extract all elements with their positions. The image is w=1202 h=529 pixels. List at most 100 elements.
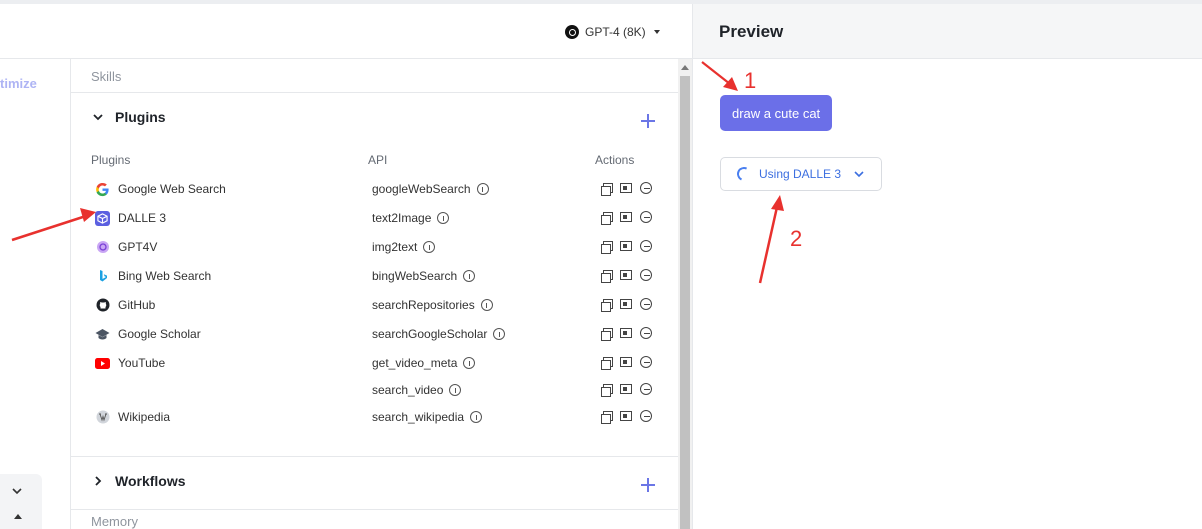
- remove-icon[interactable]: [640, 240, 652, 252]
- copy-icon[interactable]: [601, 327, 613, 341]
- remove-icon[interactable]: [640, 182, 652, 194]
- api-name: googleWebSearch: [372, 182, 471, 196]
- column-header-plugins: Plugins: [91, 153, 131, 167]
- api-cell: bingWebSearch: [372, 268, 476, 284]
- table-row: GPT4V img2text: [71, 239, 678, 268]
- add-plugin-button[interactable]: [639, 112, 657, 130]
- actions-cell: [601, 327, 652, 341]
- actions-cell: [601, 240, 652, 254]
- scrollbar-thumb[interactable]: [680, 76, 690, 529]
- google-icon: [95, 182, 110, 197]
- actions-cell: [601, 383, 652, 397]
- plugin-name: Google Scholar: [118, 327, 201, 341]
- github-icon: [95, 298, 110, 313]
- api-cell: googleWebSearch: [372, 181, 489, 197]
- actions-cell: [601, 356, 652, 370]
- copy-icon[interactable]: [601, 211, 613, 225]
- column-header-api: API: [368, 153, 388, 167]
- api-name: text2Image: [372, 211, 432, 225]
- card-icon[interactable]: [620, 299, 632, 309]
- annotation-number-2: 2: [790, 226, 803, 251]
- card-icon[interactable]: [620, 411, 632, 421]
- card-icon[interactable]: [620, 357, 632, 367]
- scroll-up-arrow-icon[interactable]: [14, 514, 22, 519]
- info-icon[interactable]: [463, 357, 476, 369]
- divider: [71, 456, 678, 457]
- remove-icon[interactable]: [640, 298, 652, 310]
- info-icon[interactable]: [463, 270, 476, 282]
- actions-cell: [601, 182, 652, 196]
- copy-icon[interactable]: [601, 240, 613, 254]
- remove-icon[interactable]: [640, 383, 652, 395]
- card-icon[interactable]: [620, 328, 632, 338]
- api-cell: text2Image: [372, 210, 450, 226]
- workflows-section-toggle[interactable]: Workflows: [91, 473, 186, 489]
- info-icon[interactable]: [493, 328, 506, 340]
- copy-icon[interactable]: [601, 269, 613, 283]
- column-header-actions: Actions: [595, 153, 635, 167]
- info-icon[interactable]: [476, 183, 489, 195]
- config-scrollbar[interactable]: [678, 59, 692, 529]
- scroll-up-arrow-icon[interactable]: [681, 65, 689, 70]
- remove-icon[interactable]: [640, 211, 652, 223]
- api-name: img2text: [372, 240, 418, 254]
- remove-icon[interactable]: [640, 356, 652, 368]
- info-icon[interactable]: [480, 299, 493, 311]
- copy-icon[interactable]: [601, 182, 613, 196]
- api-cell: search_video: [372, 382, 462, 398]
- youtube-icon: [95, 356, 110, 371]
- actions-cell: [601, 269, 652, 283]
- api-cell: get_video_meta: [372, 355, 476, 371]
- card-icon[interactable]: [620, 241, 632, 251]
- left-scroll-control[interactable]: [0, 474, 42, 529]
- wikipedia-icon: [95, 410, 110, 425]
- copy-icon[interactable]: [601, 298, 613, 312]
- optimize-tab[interactable]: timize: [0, 76, 37, 91]
- api-name: searchRepositories: [372, 298, 475, 312]
- copy-icon[interactable]: [601, 410, 613, 424]
- copy-icon[interactable]: [601, 356, 613, 370]
- memory-heading: Memory: [91, 514, 138, 529]
- card-icon[interactable]: [620, 183, 632, 193]
- divider: [71, 92, 678, 93]
- card-icon[interactable]: [620, 384, 632, 394]
- plugin-cell: Bing Web Search: [95, 268, 211, 284]
- plugin-cell: GPT4V: [95, 239, 157, 255]
- model-selector[interactable]: GPT-4 (8K): [565, 24, 660, 40]
- preview-panel: draw a cute cat Using DALLE 3: [692, 59, 1202, 529]
- left-sidebar: timize: [0, 4, 71, 529]
- dalle-icon: [95, 210, 110, 226]
- chevron-down-icon: [93, 114, 103, 121]
- card-icon[interactable]: [620, 212, 632, 222]
- remove-icon[interactable]: [640, 269, 652, 281]
- card-icon[interactable]: [620, 270, 632, 280]
- remove-icon[interactable]: [640, 410, 652, 422]
- add-workflow-button[interactable]: [639, 476, 657, 494]
- skills-heading: Skills: [91, 69, 122, 84]
- info-icon[interactable]: [423, 241, 436, 253]
- api-name: bingWebSearch: [372, 269, 458, 283]
- preview-header: Preview: [692, 4, 1202, 59]
- table-row: Bing Web Search bingWebSearch: [71, 268, 678, 297]
- plugins-section-toggle[interactable]: Plugins: [91, 109, 166, 125]
- loading-spinner-icon: [735, 165, 753, 183]
- chevron-down-icon[interactable]: [10, 484, 24, 498]
- info-icon[interactable]: [437, 212, 450, 224]
- plugin-name: Bing Web Search: [118, 269, 212, 283]
- config-panel: Skills Plugins Plugins API Actions Googl…: [71, 59, 678, 529]
- model-label: GPT-4 (8K): [585, 25, 646, 39]
- preview-title: Preview: [719, 22, 784, 41]
- tool-usage-dropdown[interactable]: Using DALLE 3: [720, 157, 882, 191]
- plugin-name: GPT4V: [118, 240, 158, 254]
- copy-icon[interactable]: [601, 383, 613, 397]
- chevron-right-icon: [95, 476, 102, 486]
- info-icon[interactable]: [449, 384, 462, 396]
- remove-icon[interactable]: [640, 327, 652, 339]
- table-row: YouTube get_video_meta: [71, 355, 678, 384]
- annotation-number-1: 1: [744, 68, 757, 93]
- plugin-cell: Google Scholar: [95, 326, 201, 342]
- info-icon[interactable]: [470, 411, 483, 423]
- api-cell: search_wikipedia: [372, 409, 483, 425]
- plugins-section-title: Plugins: [115, 109, 166, 125]
- scholar-icon: [95, 327, 110, 342]
